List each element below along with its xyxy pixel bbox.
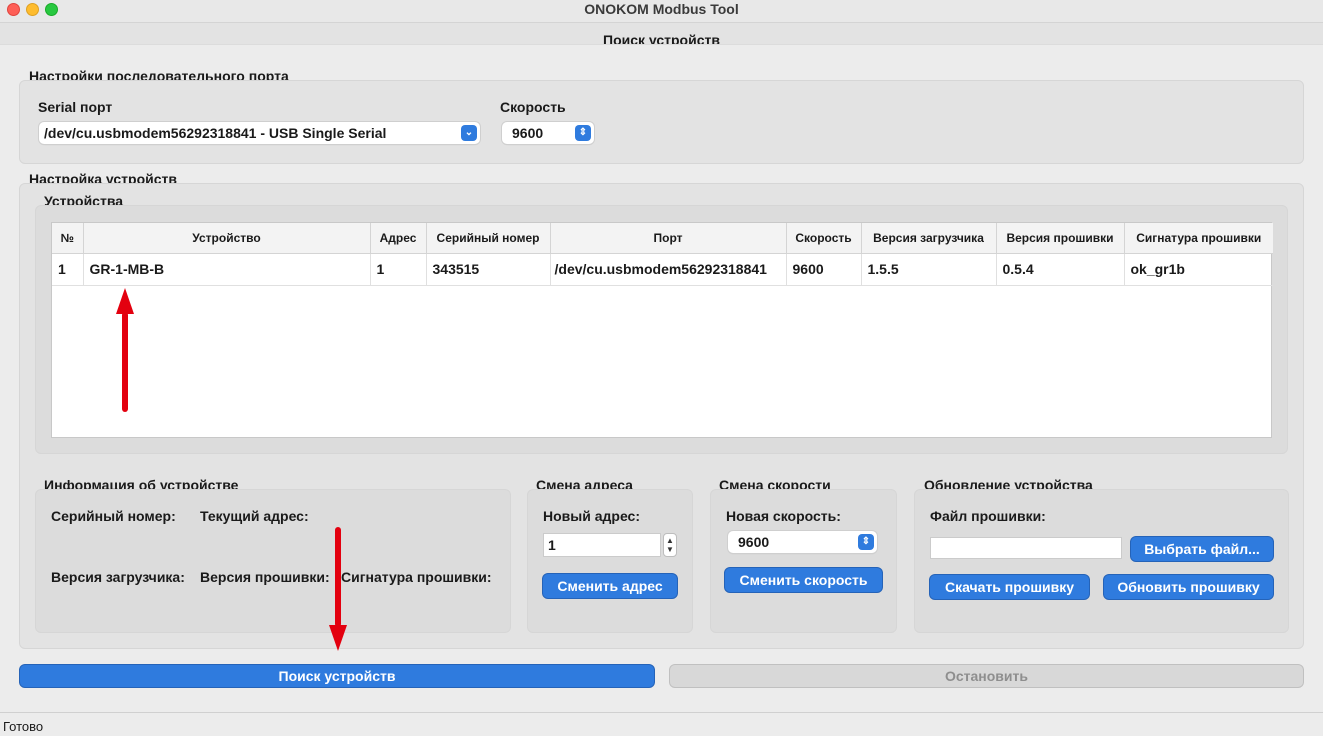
- serial-port-label: Serial порт: [38, 99, 113, 115]
- cell-device: GR-1-MB-B: [83, 253, 371, 286]
- serial-port-value: /dev/cu.usbmodem56292318841 - USB Single…: [44, 125, 387, 141]
- speed-value: 9600: [512, 125, 544, 141]
- cell-firmware: 0.5.4: [996, 253, 1125, 286]
- cell-speed: 9600: [786, 253, 862, 286]
- red-arrow-icon: [329, 527, 347, 651]
- new-speed-select[interactable]: 9600 ⇕: [728, 531, 877, 553]
- firmware-file-label: Файл прошивки:: [930, 508, 1046, 524]
- devices-table: № Устройство Адрес Серийный номер Порт С…: [51, 222, 1273, 438]
- window-titlebar: ONOKOM Modbus Tool: [0, 0, 1323, 22]
- firmware-file-input[interactable]: [930, 537, 1122, 559]
- search-devices-button[interactable]: Поиск устройств: [20, 665, 654, 687]
- status-text: Готово: [3, 719, 44, 734]
- address-stepper[interactable]: ▲ ▼: [663, 533, 677, 557]
- cell-port: /dev/cu.usbmodem56292318841: [550, 253, 787, 286]
- current-address-label: Текущий адрес:: [200, 508, 309, 524]
- speed-label: Скорость: [500, 99, 566, 115]
- table-row[interactable]: 1 GR-1-MB-B 1 343515 /dev/cu.usbmodem562…: [52, 253, 1273, 286]
- col-header-number[interactable]: №: [52, 223, 84, 254]
- speed-select[interactable]: 9600 ⇕: [502, 122, 594, 144]
- cell-address: 1: [370, 253, 427, 286]
- change-speed-button[interactable]: Сменить скорость: [725, 568, 882, 592]
- col-header-speed[interactable]: Скорость: [786, 223, 862, 254]
- col-header-signature[interactable]: Сигнатура прошивки: [1124, 223, 1273, 254]
- cell-bootloader: 1.5.5: [861, 253, 997, 286]
- new-address-label: Новый адрес:: [543, 508, 640, 524]
- chevron-updown-icon: ⇕: [858, 534, 874, 550]
- firmware-signature-label: Сигнатура прошивки:: [341, 569, 492, 585]
- table-header-row: № Устройство Адрес Серийный номер Порт С…: [52, 223, 1273, 254]
- new-speed-label: Новая скорость:: [726, 508, 841, 524]
- window-title: ONOKOM Modbus Tool: [584, 1, 739, 17]
- col-header-bootloader[interactable]: Версия загрузчика: [861, 223, 997, 254]
- choose-file-button[interactable]: Выбрать файл...: [1131, 537, 1273, 561]
- cell-signature: ok_gr1b: [1124, 253, 1273, 286]
- download-firmware-button[interactable]: Скачать прошивку: [930, 575, 1089, 599]
- col-header-serial[interactable]: Серийный номер: [426, 223, 551, 254]
- status-bar: Готово: [0, 712, 1323, 736]
- chevron-updown-icon: ⌄: [461, 125, 477, 141]
- new-address-input[interactable]: 1: [543, 533, 661, 557]
- red-arrow-icon: [116, 288, 134, 412]
- col-header-firmware[interactable]: Версия прошивки: [996, 223, 1125, 254]
- stop-button[interactable]: Остановить: [670, 665, 1303, 687]
- serial-port-select[interactable]: /dev/cu.usbmodem56292318841 - USB Single…: [39, 122, 480, 144]
- change-address-button[interactable]: Сменить адрес: [543, 574, 677, 598]
- bootloader-version-label: Версия загрузчика:: [51, 569, 185, 585]
- update-firmware-button[interactable]: Обновить прошивку: [1104, 575, 1273, 599]
- cell-number: 1: [52, 253, 84, 286]
- col-header-address[interactable]: Адрес: [370, 223, 427, 254]
- chevron-updown-icon: ⇕: [575, 125, 591, 141]
- new-speed-value: 9600: [738, 534, 770, 550]
- stepper-up-icon[interactable]: ▲: [666, 536, 674, 545]
- serial-number-label: Серийный номер:: [51, 508, 176, 524]
- col-header-device[interactable]: Устройство: [83, 223, 371, 254]
- stepper-down-icon[interactable]: ▼: [666, 545, 674, 554]
- col-header-port[interactable]: Порт: [550, 223, 787, 254]
- firmware-version-label: Версия прошивки:: [200, 569, 330, 585]
- cell-serial: 343515: [426, 253, 551, 286]
